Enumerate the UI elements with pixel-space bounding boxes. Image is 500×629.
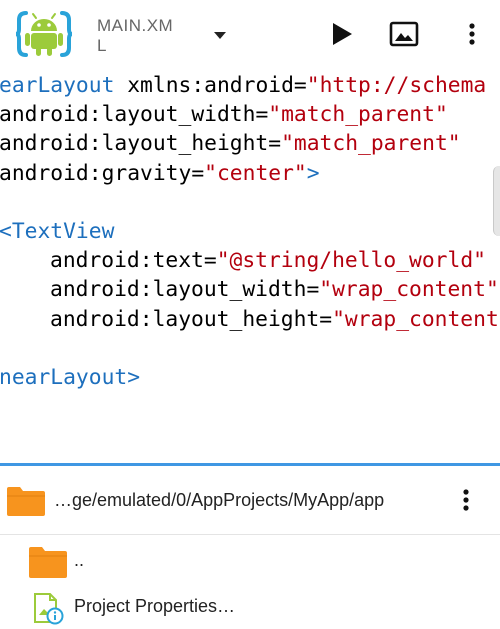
code-line: android:gravity="center"> [0, 159, 320, 188]
more-vert-icon[interactable] [452, 484, 480, 516]
code-token-attr: android:layout_height [0, 131, 269, 157]
android-xml-logo-icon [16, 11, 72, 57]
code-line: nearLayout> [0, 363, 140, 392]
code-token-val: "match_parent" [281, 131, 461, 157]
folder-icon [7, 487, 45, 516]
code-line: android:text="@string/hello_world" [50, 246, 486, 275]
dropdown-arrow-icon[interactable] [208, 25, 232, 45]
folder-icon [29, 547, 67, 578]
code-token-attr: android:layout_height [50, 306, 320, 332]
code-token-val: "wrap_content" [332, 306, 500, 332]
code-token-tag: > [306, 160, 320, 186]
code-token-attr: android:text [50, 248, 204, 274]
list-item-parent-folder[interactable]: .. [0, 539, 500, 583]
code-token-val: "http://schema [306, 73, 487, 98]
file-browser-path-bar: …ge/emulated/0/AppProjects/MyApp/app [0, 466, 500, 535]
code-token-eq: = [319, 306, 333, 332]
list-item-label: Project Properties… [74, 596, 236, 616]
code-line: android:layout_width="match_parent" [0, 100, 448, 129]
file-title: MAIN.XML [97, 16, 174, 55]
list-item-project-properties[interactable]: Project Properties… [0, 585, 500, 629]
code-editor[interactable]: earLayout xmlns:android="http://schema an… [0, 68, 500, 462]
code-line: android:layout_height="match_parent" [0, 129, 461, 158]
code-token-attr: xmlns:android [114, 73, 294, 98]
more-vert-icon[interactable] [456, 18, 488, 50]
code-token-val: "@string/hello_world" [216, 248, 486, 274]
design-preview-button[interactable] [388, 18, 420, 50]
code-token-eq: = [191, 160, 205, 186]
code-token-val: "center" [204, 160, 307, 186]
code-line: android:layout_width="wrap_content" [50, 275, 499, 304]
run-button[interactable] [326, 18, 358, 50]
code-token-val: "wrap_content" [319, 277, 499, 303]
current-path: …ge/emulated/0/AppProjects/MyApp/app [54, 490, 385, 510]
code-token-tag: earLayout [0, 73, 115, 98]
project-properties-icon [34, 593, 64, 625]
code-token-eq: = [203, 248, 217, 274]
list-item-label: .. [74, 550, 85, 570]
code-token-eq: = [268, 131, 282, 157]
code-token-attr: android:gravity [0, 160, 192, 186]
code-token-val: "match_parent" [268, 102, 448, 128]
code-token-tag: nearLayout> [0, 365, 141, 390]
code-token-attr: android:layout_width [50, 277, 307, 303]
code-token-tag: <TextView [0, 219, 115, 244]
code-token-eq: = [306, 277, 320, 303]
code-line: android:layout_height="wrap_content" [50, 305, 500, 334]
code-token-attr: android:layout_width [0, 102, 256, 128]
code-line: <TextView [0, 217, 114, 246]
code-token-eq: = [255, 102, 269, 128]
toolbar: MAIN.XML [0, 0, 500, 68]
code-line: earLayout xmlns:android="http://schema [0, 71, 486, 100]
code-token-eq: = [293, 73, 307, 98]
editor-scrollbar-thumb[interactable] [493, 166, 500, 236]
